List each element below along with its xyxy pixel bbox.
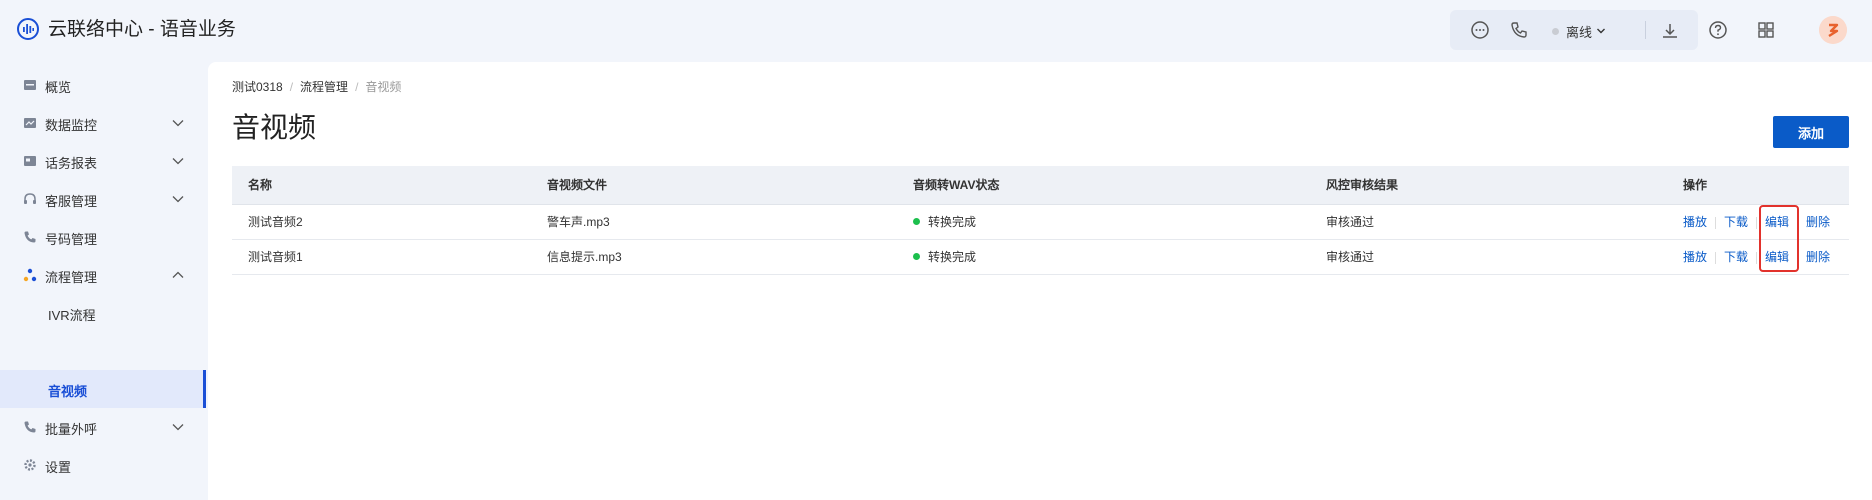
sidebar-item-flow-management[interactable]: 流程管理 xyxy=(0,256,206,294)
cell-wav-status: 转换完成 xyxy=(897,239,1310,275)
help-icon[interactable] xyxy=(1707,19,1729,41)
status-text: 转换完成 xyxy=(928,215,977,229)
sidebar-item-label: 号码管理 xyxy=(45,232,98,247)
download-link[interactable]: 下载 xyxy=(1724,250,1748,264)
cell-name: 测试音频1 xyxy=(232,239,531,275)
outbound-icon xyxy=(24,421,36,433)
sidebar: 概览 数据监控 话务报表 客服管理 号码管理 流程管理 IVR流程 音视频 批量… xyxy=(0,62,206,500)
sidebar-item-label: 批量外呼 xyxy=(45,422,98,437)
download-link[interactable]: 下载 xyxy=(1724,215,1748,229)
edit-link[interactable]: 编辑 xyxy=(1765,250,1789,264)
sidebar-item-report[interactable]: 话务报表 xyxy=(0,142,206,180)
cell-file: 警车声.mp3 xyxy=(531,204,897,240)
cell-actions: 播放 下载 编辑 删除 xyxy=(1667,239,1849,275)
table-row: 测试音频2 警车声.mp3 转换完成 审核通过 播放 下载 编辑 删除 xyxy=(232,204,1849,240)
cell-name: 测试音频2 xyxy=(232,204,531,240)
sidebar-item-ivr-flow[interactable]: IVR流程 xyxy=(0,294,206,332)
download-icon[interactable] xyxy=(1659,20,1681,42)
sidebar-item-settings[interactable]: 设置 xyxy=(0,446,206,484)
status-success-dot xyxy=(913,253,920,261)
action-divider xyxy=(1715,251,1717,264)
sidebar-item-label: 数据监控 xyxy=(45,118,98,133)
column-header-actions: 操作 xyxy=(1667,166,1849,205)
action-divider xyxy=(1756,251,1758,264)
breadcrumb-separator: / xyxy=(355,80,359,94)
gear-icon xyxy=(24,459,36,471)
column-header-name: 名称 xyxy=(232,166,531,205)
sidebar-item-label: 音视频 xyxy=(48,384,88,399)
breadcrumb-current: 音视频 xyxy=(365,80,402,94)
top-header: 云联络中心 - 语音业务 离线 xyxy=(0,0,1872,62)
breadcrumb-item[interactable]: 流程管理 xyxy=(300,80,348,94)
chevron-up-icon xyxy=(172,271,184,278)
play-link[interactable]: 播放 xyxy=(1683,250,1707,264)
sidebar-item-label: 话务报表 xyxy=(45,156,98,171)
breadcrumb-separator: / xyxy=(289,80,294,94)
sidebar-item-agent-management[interactable]: 客服管理 xyxy=(0,180,206,218)
chat-icon[interactable] xyxy=(1469,19,1491,41)
sidebar-item-label: 概览 xyxy=(45,80,72,95)
main-panel: 测试0318 / 流程管理 / 音视频 音视频 添加 名称 音视频文件 音频转WAV状态… xyxy=(208,62,1872,500)
action-divider xyxy=(1797,251,1799,264)
chevron-down-icon xyxy=(172,120,184,127)
cell-review: 审核通过 xyxy=(1310,239,1667,275)
column-header-file: 音视频文件 xyxy=(531,166,897,205)
sidebar-item-audio-video[interactable]: 音视频 xyxy=(0,370,206,408)
chevron-down-icon xyxy=(172,196,184,203)
app-logo-icon xyxy=(17,18,39,40)
report-icon xyxy=(24,156,36,166)
sidebar-item-label: 客服管理 xyxy=(45,194,98,209)
overview-icon xyxy=(24,80,36,90)
flow-icon xyxy=(23,268,37,282)
chevron-down-icon xyxy=(172,158,184,165)
avatar-image-icon xyxy=(1819,16,1847,44)
avatar[interactable] xyxy=(1819,16,1847,44)
table-row: 测试音频1 信息提示.mp3 转换完成 审核通过 播放 下载 编辑 删除 xyxy=(232,239,1849,275)
delete-link[interactable]: 删除 xyxy=(1806,250,1830,264)
status-dot xyxy=(1552,28,1559,35)
sidebar-item-data-monitor[interactable]: 数据监控 xyxy=(0,104,206,142)
play-link[interactable]: 播放 xyxy=(1683,215,1707,229)
breadcrumb: 测试0318 / 流程管理 / 音视频 xyxy=(232,78,401,95)
action-divider xyxy=(1756,216,1758,229)
phone-icon xyxy=(24,231,36,243)
grid-icon[interactable] xyxy=(1755,19,1777,41)
sidebar-item-label: 设置 xyxy=(45,460,72,475)
chevron-down-icon[interactable] xyxy=(1596,26,1606,36)
sidebar-item-batch-outbound[interactable]: 批量外呼 xyxy=(0,408,206,446)
action-divider xyxy=(1715,216,1717,229)
cell-review: 审核通过 xyxy=(1310,204,1667,240)
column-header-wav-status: 音频转WAV状态 xyxy=(897,166,1310,205)
table-header-row: 名称 音视频文件 音频转WAV状态 风控审核结果 操作 xyxy=(232,166,1849,205)
sidebar-item-label: 流程管理 xyxy=(45,270,98,285)
headset-icon xyxy=(24,193,36,204)
phone-icon[interactable] xyxy=(1508,19,1530,41)
cell-wav-status: 转换完成 xyxy=(897,204,1310,240)
sidebar-item-label: IVR流程 xyxy=(48,308,96,323)
cell-file: 信息提示.mp3 xyxy=(531,239,897,275)
action-divider xyxy=(1797,216,1799,229)
status-text: 转换完成 xyxy=(928,250,977,264)
page-title: 音视频 xyxy=(232,112,317,143)
delete-link[interactable]: 删除 xyxy=(1806,215,1830,229)
monitor-icon xyxy=(24,118,36,128)
status-dropdown-label[interactable]: 离线 xyxy=(1566,22,1592,41)
header-divider xyxy=(1645,21,1646,39)
sidebar-item-number-management[interactable]: 号码管理 xyxy=(0,218,206,256)
column-header-review: 风控审核结果 xyxy=(1310,166,1667,205)
app-title: 云联络中心 - 语音业务 xyxy=(48,19,236,40)
edit-link[interactable]: 编辑 xyxy=(1765,215,1789,229)
chevron-down-icon xyxy=(172,424,184,431)
sidebar-item-overview[interactable]: 概览 xyxy=(0,66,206,104)
audio-video-table: 名称 音视频文件 音频转WAV状态 风控审核结果 操作 测试音频2 警车声.mp… xyxy=(232,166,1849,275)
status-success-dot xyxy=(913,218,920,226)
cell-actions: 播放 下载 编辑 删除 xyxy=(1667,204,1849,240)
add-button[interactable]: 添加 xyxy=(1773,116,1849,148)
breadcrumb-item[interactable]: 测试0318 xyxy=(232,80,283,94)
